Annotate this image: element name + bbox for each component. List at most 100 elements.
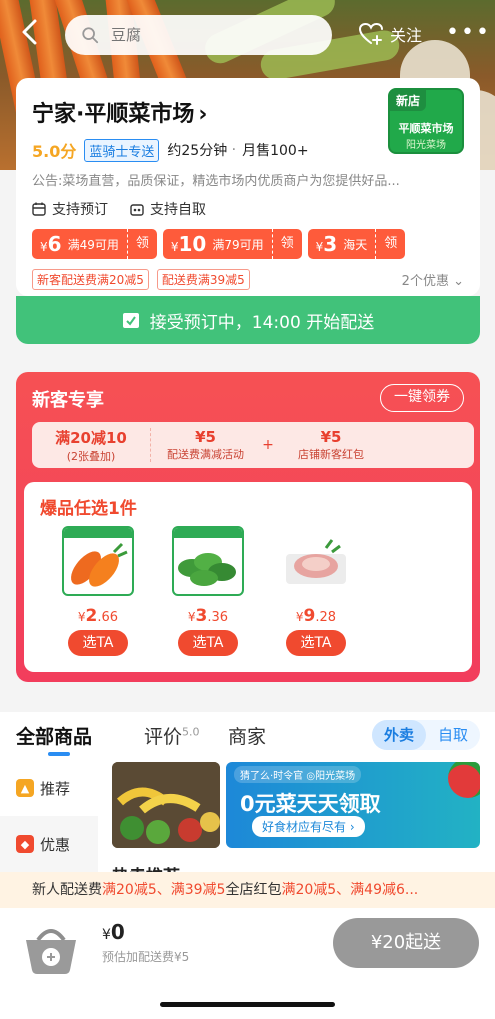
coupon-condition: 海天	[343, 237, 368, 252]
newcomer-card: 新客专享 一键领券 满20减10 (2张叠加) ¥5 配送费满减活动 + ¥5 …	[16, 372, 480, 682]
offer-discount: 满20减10 (2张叠加)	[55, 428, 127, 463]
banner-tag: 猜了么·时令官 ◎阳光菜场	[234, 766, 362, 783]
banner-headline: 0元菜天天领取	[240, 792, 381, 816]
coupon-item[interactable]: ¥10 满79可用 领	[162, 229, 302, 259]
reviews-score: 5.0	[182, 725, 200, 739]
tab-reviews[interactable]: 评价5.0	[144, 722, 200, 749]
promo-tags[interactable]: 新客配送费满20减5 配送费满39减5 2个优惠 ⌄	[32, 269, 464, 290]
store-tabs: 全部商品 评价5.0 商家 外卖 自取	[0, 712, 495, 760]
carrot-image	[62, 526, 134, 596]
top-bar: 关注 •••	[0, 12, 495, 56]
hot-sale-banner-image[interactable]	[112, 762, 220, 848]
new-store-tag: 新店	[390, 90, 427, 111]
sidebar-item-recommend[interactable]: ▲ 推荐	[0, 760, 98, 816]
store-logo: 新店 平顺菜市场 阳光菜场	[388, 88, 464, 154]
pick-one-area: 爆品任选1件 ¥2.66 选TA ¥3.36 选TA ¥9.28 选TA	[24, 482, 472, 672]
newcomer-offers: 满20减10 (2张叠加) ¥5 配送费满减活动 + ¥5 店铺新客红包	[32, 422, 474, 468]
follow-button[interactable]: 关注	[358, 18, 422, 50]
coupon-amount: 10	[178, 232, 207, 256]
coupon-row: ¥6 满49可用 领 ¥10 满79可用 领 ¥3 海天 领	[32, 229, 464, 259]
cart-promo-strip: 新人配送费满20减5、满39减5全店红包满20减5、满49减6...	[0, 872, 495, 908]
coupon-item[interactable]: ¥6 满49可用 领	[32, 229, 157, 259]
coupon-amount: 3	[323, 232, 338, 256]
feature-pickup: 支持自取	[130, 199, 206, 219]
cart-total: ¥0	[102, 920, 125, 944]
logo-brand: 阳光菜场	[406, 140, 446, 151]
store-features: 支持预订 支持自取	[32, 199, 464, 219]
product-card[interactable]: ¥2.66 选TA	[60, 526, 136, 656]
chevron-right-icon: ›	[198, 102, 208, 127]
feature-preorder: 支持预订	[32, 199, 108, 219]
pick-product-button[interactable]: 选TA	[68, 630, 128, 656]
mode-pickup[interactable]: 自取	[426, 720, 480, 750]
delivery-mode-toggle: 外卖 自取	[372, 720, 480, 750]
monthly-sales: 月售100+	[242, 143, 309, 159]
heart-plus-icon	[358, 22, 383, 45]
preorder-text: 接受预订中，14:00 开始配送	[149, 312, 375, 333]
store-score: 5.0分	[32, 142, 77, 161]
check-calendar-icon	[122, 313, 139, 328]
pickup-icon	[130, 204, 144, 216]
more-menu-button[interactable]: •••	[446, 20, 491, 45]
coupon-claim-button[interactable]: 领	[375, 229, 405, 259]
tab-all-products[interactable]: 全部商品	[16, 722, 92, 749]
logo-store-name: 平顺菜市场	[398, 122, 454, 135]
product-price: ¥2.66	[77, 606, 119, 626]
promo-tag: 新客配送费满20减5	[32, 269, 149, 290]
watermelon-icon	[448, 762, 480, 798]
coupon-amount: 6	[47, 232, 62, 256]
cart-basket-icon[interactable]	[22, 920, 80, 976]
plus-sign: +	[262, 437, 274, 453]
offer-delivery-fee: ¥5 配送费满减活动	[150, 428, 260, 462]
delivery-fee-note: 预估加配送费¥5	[102, 950, 190, 964]
delivery-time: 约25分钟	[167, 143, 228, 159]
sidebar-item-discount[interactable]: ◆ 优惠	[0, 816, 98, 872]
preorder-banner: 接受预订中，14:00 开始配送	[16, 296, 480, 344]
store-name: 宁家·平顺菜市场	[32, 102, 195, 127]
spinach-image	[172, 526, 244, 596]
search-icon	[82, 27, 99, 44]
discount-tag-icon: ◆	[16, 835, 34, 853]
store-page: 关注 ••• 宁家·平顺菜市场› 新店 平顺菜市场 阳光菜场 5.0分 蓝骑士专…	[0, 0, 495, 1019]
back-button[interactable]	[20, 18, 50, 50]
banner-pill: 好食材应有尽有 ›	[252, 816, 365, 837]
mode-delivery[interactable]: 外卖	[372, 720, 426, 750]
promo-tag: 配送费满39减5	[156, 269, 250, 290]
chevron-down-icon: ⌄	[453, 274, 464, 289]
coupon-item[interactable]: ¥3 海天 领	[307, 229, 406, 259]
promo-banner[interactable]: 猜了么·时令官 ◎阳光菜场 0元菜天天领取 好食材应有尽有 ›	[226, 762, 480, 848]
promo-count[interactable]: 2个优惠 ⌄	[402, 270, 464, 289]
pick-product-button[interactable]: 选TA	[178, 630, 238, 656]
cart-bar: ¥0 预估加配送费¥5 ¥20起送	[0, 908, 495, 1019]
pick-product-button[interactable]: 选TA	[286, 630, 346, 656]
coupon-claim-button[interactable]: 领	[271, 229, 302, 259]
pork-image	[280, 526, 352, 596]
feature-preorder-label: 支持预订	[52, 202, 108, 218]
tab-merchant[interactable]: 商家	[228, 722, 266, 749]
product-price: ¥3.36	[187, 606, 229, 626]
thumbs-up-icon: ▲	[16, 779, 34, 797]
sidebar-item-label: 推荐	[40, 779, 71, 798]
product-card[interactable]: ¥3.36 选TA	[170, 526, 246, 656]
claim-all-coupons-button[interactable]: 一键领券	[380, 384, 464, 412]
minimum-order-button[interactable]: ¥20起送	[333, 918, 479, 968]
pick-one-title: 爆品任选1件	[40, 499, 137, 519]
coupon-condition: 满79可用	[212, 237, 264, 252]
store-notice[interactable]: 公告:菜场直营，品质保证，精选市场内优质商户为您提供好品...	[32, 170, 452, 189]
rider-badge: 蓝骑士专送	[84, 138, 160, 162]
sidebar-item-label: 优惠	[40, 835, 71, 854]
home-indicator	[160, 1002, 335, 1007]
store-info-card: 宁家·平顺菜市场 › 新店 平顺菜市场 阳光菜场 5.0分 蓝骑士专送 约25分钟…	[16, 78, 480, 296]
search-input[interactable]	[111, 26, 311, 44]
chevron-left-icon	[22, 19, 37, 45]
offer-red-packet: ¥5 店铺新客红包	[298, 428, 364, 461]
search-box[interactable]	[65, 15, 332, 55]
product-price: ¥9.28	[295, 606, 337, 626]
meta-separator: ·	[227, 142, 237, 158]
coupon-condition: 满49可用	[67, 237, 119, 252]
product-card[interactable]: ¥9.28 选TA	[278, 526, 354, 656]
tab-underline	[48, 752, 70, 756]
follow-label: 关注	[390, 26, 423, 45]
coupon-claim-button[interactable]: 领	[126, 229, 157, 259]
newcomer-title: 新客专享	[32, 390, 104, 411]
